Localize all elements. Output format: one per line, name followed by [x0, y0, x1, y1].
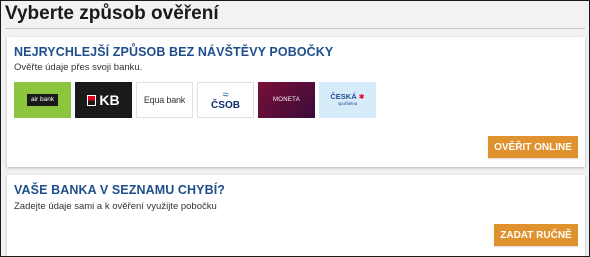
manual-entry-card: VAŠE BANKA V SEZNAMU CHYBÍ? Zadejte údaj…	[7, 175, 585, 256]
bank-option-moneta[interactable]: MONETA	[258, 82, 315, 118]
bank-option-equa-bank[interactable]: Equa bank	[136, 82, 193, 118]
air-bank-logo: air bank	[26, 93, 59, 107]
bank-option-ceska-sporitelna[interactable]: ČESKÁ ✱ spořitelna	[319, 82, 376, 118]
csob-logo: ČSOB	[211, 99, 240, 111]
bank-option-csob[interactable]: ≈ ČSOB	[197, 82, 254, 118]
cs-logo-text: ČESKÁ	[330, 92, 357, 102]
bank-option-kb[interactable]: KB	[75, 82, 132, 118]
kb-logo: KB	[87, 92, 120, 108]
bank-option-air-bank[interactable]: air bank	[14, 82, 71, 118]
online-verification-card: NEJRYCHLEJŠÍ ZPŮSOB BEZ NÁVŠTĚVY POBOČKY…	[7, 37, 585, 167]
cs-logo-subtext: spořitelna	[337, 101, 358, 107]
cs-star-icon: ✱	[358, 94, 365, 102]
bank-list: air bank KB Equa bank ≈ ČSOB MONETA ČESK	[14, 82, 376, 118]
equa-bank-logo: Equa bank	[143, 95, 186, 105]
manual-card-heading: VAŠE BANKA V SEZNAMU CHYBÍ?	[14, 183, 226, 197]
kb-flag-icon	[87, 94, 97, 106]
online-card-heading: NEJRYCHLEJŠÍ ZPŮSOB BEZ NÁVŠTĚVY POBOČKY	[14, 45, 334, 59]
kb-logo-text: KB	[99, 92, 120, 108]
title-divider	[5, 28, 585, 29]
verify-online-button[interactable]: OVĚŘIT ONLINE	[488, 136, 578, 158]
moneta-logo: MONETA	[272, 97, 301, 103]
verification-page: Vyberte způsob ověření NEJRYCHLEJŠÍ ZPŮS…	[0, 0, 590, 257]
online-card-subtitle: Ověřte údaje přes svoji banku.	[14, 62, 143, 73]
csob-wave-icon: ≈	[222, 88, 229, 101]
manual-card-subtitle: Zadejte údaje sami a k ověření využijte …	[14, 201, 217, 212]
enter-manually-button[interactable]: ZADAT RUČNĚ	[494, 224, 578, 246]
page-title: Vyberte způsob ověření	[5, 3, 219, 24]
